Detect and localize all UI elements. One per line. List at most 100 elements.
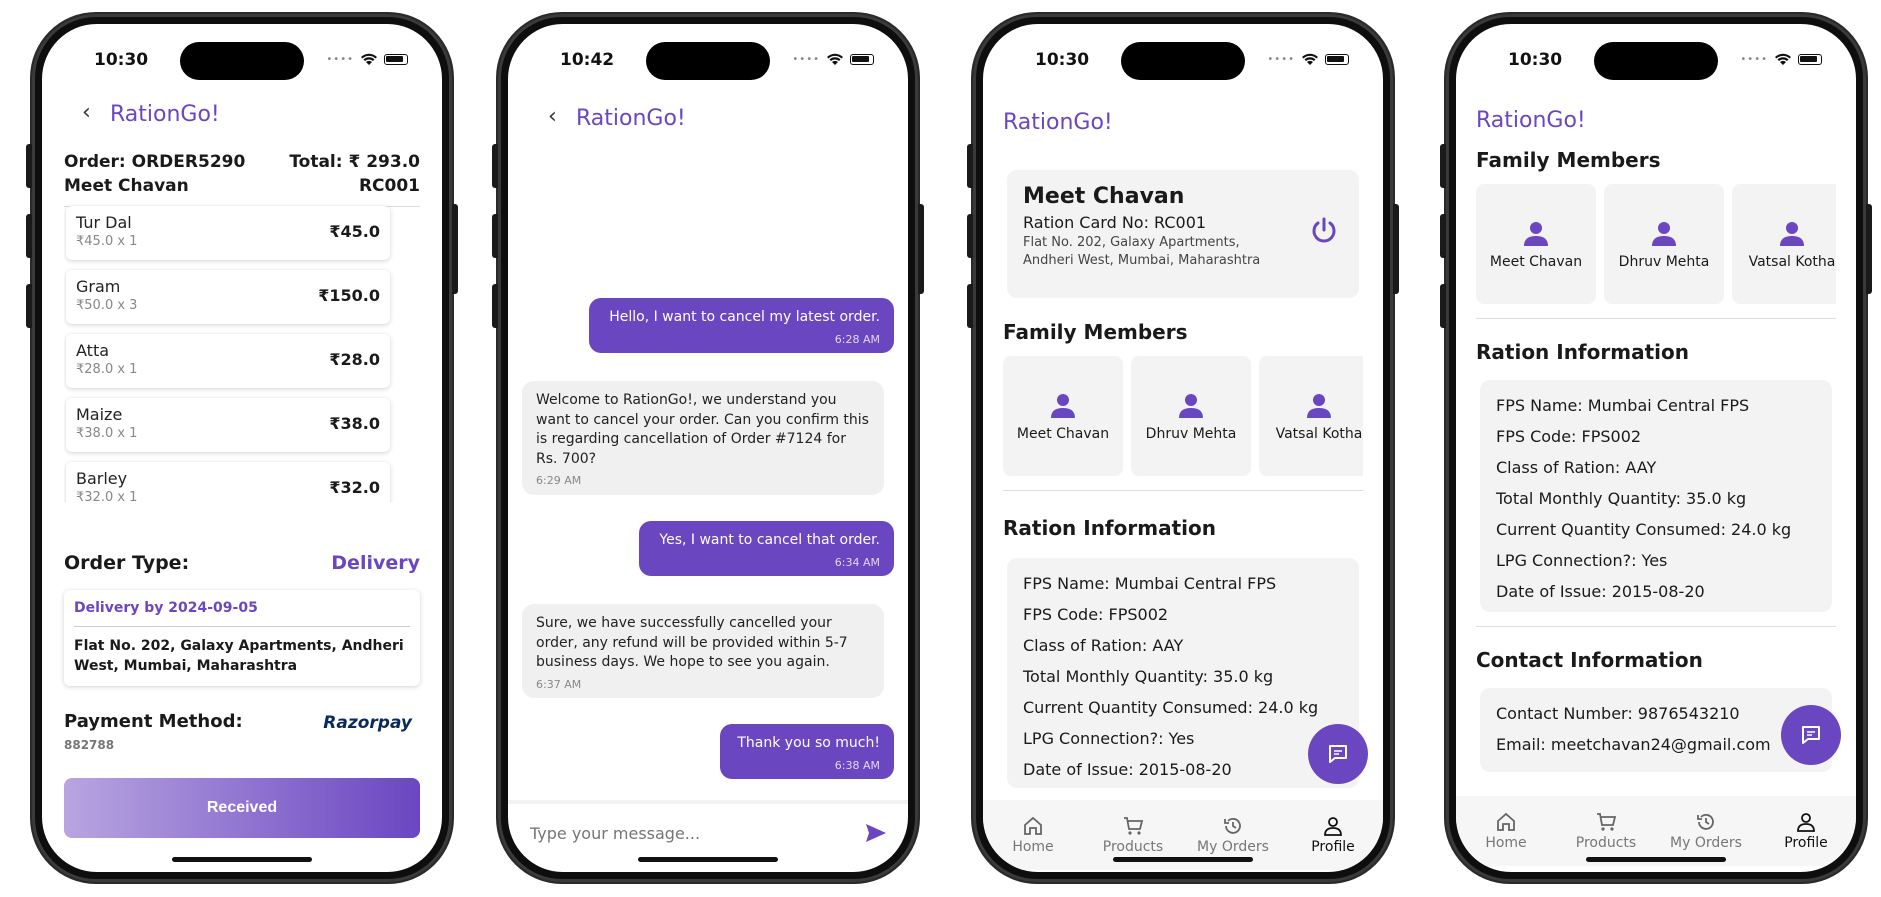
info-lpg: LPG Connection?: Yes xyxy=(1496,551,1668,570)
tab-label: Products xyxy=(1575,835,1637,851)
order-items-list[interactable]: Tur Dal ₹45.0 x 1 ₹45.0 Gram ₹50.0 x 3 ₹150.… xyxy=(64,202,400,502)
tab-my-orders[interactable]: My Orders xyxy=(1656,796,1756,866)
info-fps-code: FPS Code: FPS002 xyxy=(1496,427,1642,446)
tab-label: Home xyxy=(1012,839,1054,855)
family-member-card[interactable]: Vatsal Kotha xyxy=(1732,184,1836,304)
chat-input-bar xyxy=(508,800,908,862)
phone-chat: 10:42 •••• ‹ RationGo! Hello, I want to … xyxy=(492,14,924,882)
order-total: Total: ₹ 293.0 xyxy=(289,152,420,172)
item-price: ₹38.0 xyxy=(329,414,380,433)
message-text: Hello, I want to cancel my latest order. xyxy=(609,309,880,325)
chat-message-received: Welcome to RationGo!, we understand you … xyxy=(522,381,884,495)
family-member-name: Dhruv Mehta xyxy=(1145,426,1237,442)
info-fps-name: FPS Name: Mumbai Central FPS xyxy=(1496,396,1750,415)
order-type-row: Order Type: Delivery xyxy=(64,552,420,574)
ration-info-card: FPS Name: Mumbai Central FPS FPS Code: F… xyxy=(1007,558,1359,788)
info-monthly-qty: Total Monthly Quantity: 35.0 kg xyxy=(1023,667,1274,686)
family-member-card[interactable]: Meet Chavan xyxy=(1003,356,1123,476)
message-time: 6:38 AM xyxy=(834,758,880,772)
dynamic-island xyxy=(180,42,304,80)
home-indicator xyxy=(1586,857,1726,862)
battery-icon xyxy=(1798,53,1822,65)
phone-order-details: 10:30 •••• ‹ RationGo! Order: ORDER5290 T… xyxy=(26,14,458,882)
status-icons: •••• xyxy=(792,52,874,66)
tab-label: Products xyxy=(1102,839,1164,855)
family-member-card[interactable]: Vatsal Kotha xyxy=(1259,356,1363,476)
history-icon xyxy=(1224,818,1241,834)
logout-power-icon[interactable] xyxy=(1309,216,1339,246)
tab-home[interactable]: Home xyxy=(1456,796,1556,866)
received-status-button[interactable]: Received xyxy=(64,778,420,838)
tab-profile[interactable]: Profile xyxy=(1283,800,1383,870)
family-member-name: Meet Chavan xyxy=(1489,254,1583,270)
family-members-row[interactable]: Meet Chavan Dhruv Mehta Vatsal Kotha xyxy=(1003,356,1363,476)
family-member-card[interactable]: Dhruv Mehta xyxy=(1604,184,1724,304)
tab-home[interactable]: Home xyxy=(983,800,1083,870)
info-issue-date: Date of Issue: 2015-08-20 xyxy=(1023,760,1232,779)
home-icon xyxy=(1024,816,1042,835)
chat-fab[interactable] xyxy=(1308,724,1368,784)
item-price: ₹150.0 xyxy=(318,286,380,305)
item-price: ₹45.0 xyxy=(329,222,380,241)
order-summary: Order: ORDER5290 Total: ₹ 293.0 Meet Chav… xyxy=(64,152,420,207)
message-time: 6:28 AM xyxy=(834,332,880,346)
info-issue-date: Date of Issue: 2015-08-20 xyxy=(1496,582,1705,601)
history-icon xyxy=(1697,814,1714,830)
battery-icon xyxy=(384,53,408,65)
user-name: Meet Chavan xyxy=(1023,184,1185,209)
info-fps-code: FPS Code: FPS002 xyxy=(1023,605,1169,624)
home-indicator xyxy=(172,857,312,862)
screen: 10:30 •••• RationGo! Family Members Meet… xyxy=(1456,24,1856,872)
battery-icon xyxy=(1325,53,1349,65)
status-icons: •••• xyxy=(1267,52,1349,66)
order-item: Maize ₹38.0 x 1 ₹38.0 xyxy=(66,398,390,452)
chat-fab[interactable] xyxy=(1781,705,1841,765)
person-icon xyxy=(1524,222,1548,246)
back-arrow-icon[interactable]: ‹ xyxy=(548,104,557,129)
message-input[interactable] xyxy=(528,822,864,844)
profile-icon xyxy=(1797,813,1815,832)
family-member-name: Meet Chavan xyxy=(1016,426,1110,442)
tab-label: My Orders xyxy=(1670,835,1742,851)
message-time: 6:29 AM xyxy=(536,474,582,488)
wifi-icon xyxy=(1302,53,1318,65)
status-icons: •••• xyxy=(1740,52,1822,66)
tab-profile[interactable]: Profile xyxy=(1756,796,1856,866)
payment-id: 882788 xyxy=(64,738,115,752)
razorpay-logo: Razorpay xyxy=(323,713,412,733)
cart-icon xyxy=(1597,813,1617,831)
phone-profile-top: 10:30 •••• RationGo! Meet Chavan Ration … xyxy=(967,14,1399,882)
family-member-card[interactable]: Dhruv Mehta xyxy=(1131,356,1251,476)
dynamic-island xyxy=(1594,42,1718,80)
message-time: 6:37 AM xyxy=(536,677,582,691)
item-price: ₹28.0 xyxy=(329,350,380,369)
cart-icon xyxy=(1124,817,1144,835)
chat-bubble-icon xyxy=(1329,745,1347,763)
app-title: RationGo! xyxy=(110,102,220,127)
back-arrow-icon[interactable]: ‹ xyxy=(82,100,91,125)
header: ‹ RationGo! xyxy=(62,100,422,132)
item-price: ₹32.0 xyxy=(329,478,380,497)
status-time: 10:30 xyxy=(94,50,149,70)
signal-icon: •••• xyxy=(1740,53,1768,65)
user-address: Flat No. 202, Galaxy Apartments, Andheri… xyxy=(1023,235,1261,268)
info-ration-class: Class of Ration: AAY xyxy=(1023,636,1184,655)
info-consumed-qty: Current Quantity Consumed: 24.0 kg xyxy=(1496,520,1792,539)
signal-icon: •••• xyxy=(326,53,354,65)
wifi-icon xyxy=(827,53,843,65)
payment-section: Payment Method: 882788 Razorpay xyxy=(64,711,420,752)
divider xyxy=(1476,626,1836,627)
send-icon[interactable] xyxy=(864,822,888,844)
wifi-icon xyxy=(1775,53,1791,65)
family-members-row[interactable]: Meet Chavan Dhruv Mehta Vatsal Kotha xyxy=(1476,184,1836,304)
person-icon xyxy=(1307,394,1331,418)
tab-label: Profile xyxy=(1784,835,1828,851)
family-member-card[interactable]: Meet Chavan xyxy=(1476,184,1596,304)
divider xyxy=(1003,490,1363,491)
app-title: RationGo! xyxy=(1003,110,1113,135)
message-text: Thank you so much! xyxy=(737,735,880,751)
tab-products[interactable]: Products xyxy=(1556,796,1656,866)
home-indicator xyxy=(1113,857,1253,862)
screen: 10:42 •••• ‹ RationGo! Hello, I want to … xyxy=(508,24,908,872)
status-icons: •••• xyxy=(326,52,408,66)
